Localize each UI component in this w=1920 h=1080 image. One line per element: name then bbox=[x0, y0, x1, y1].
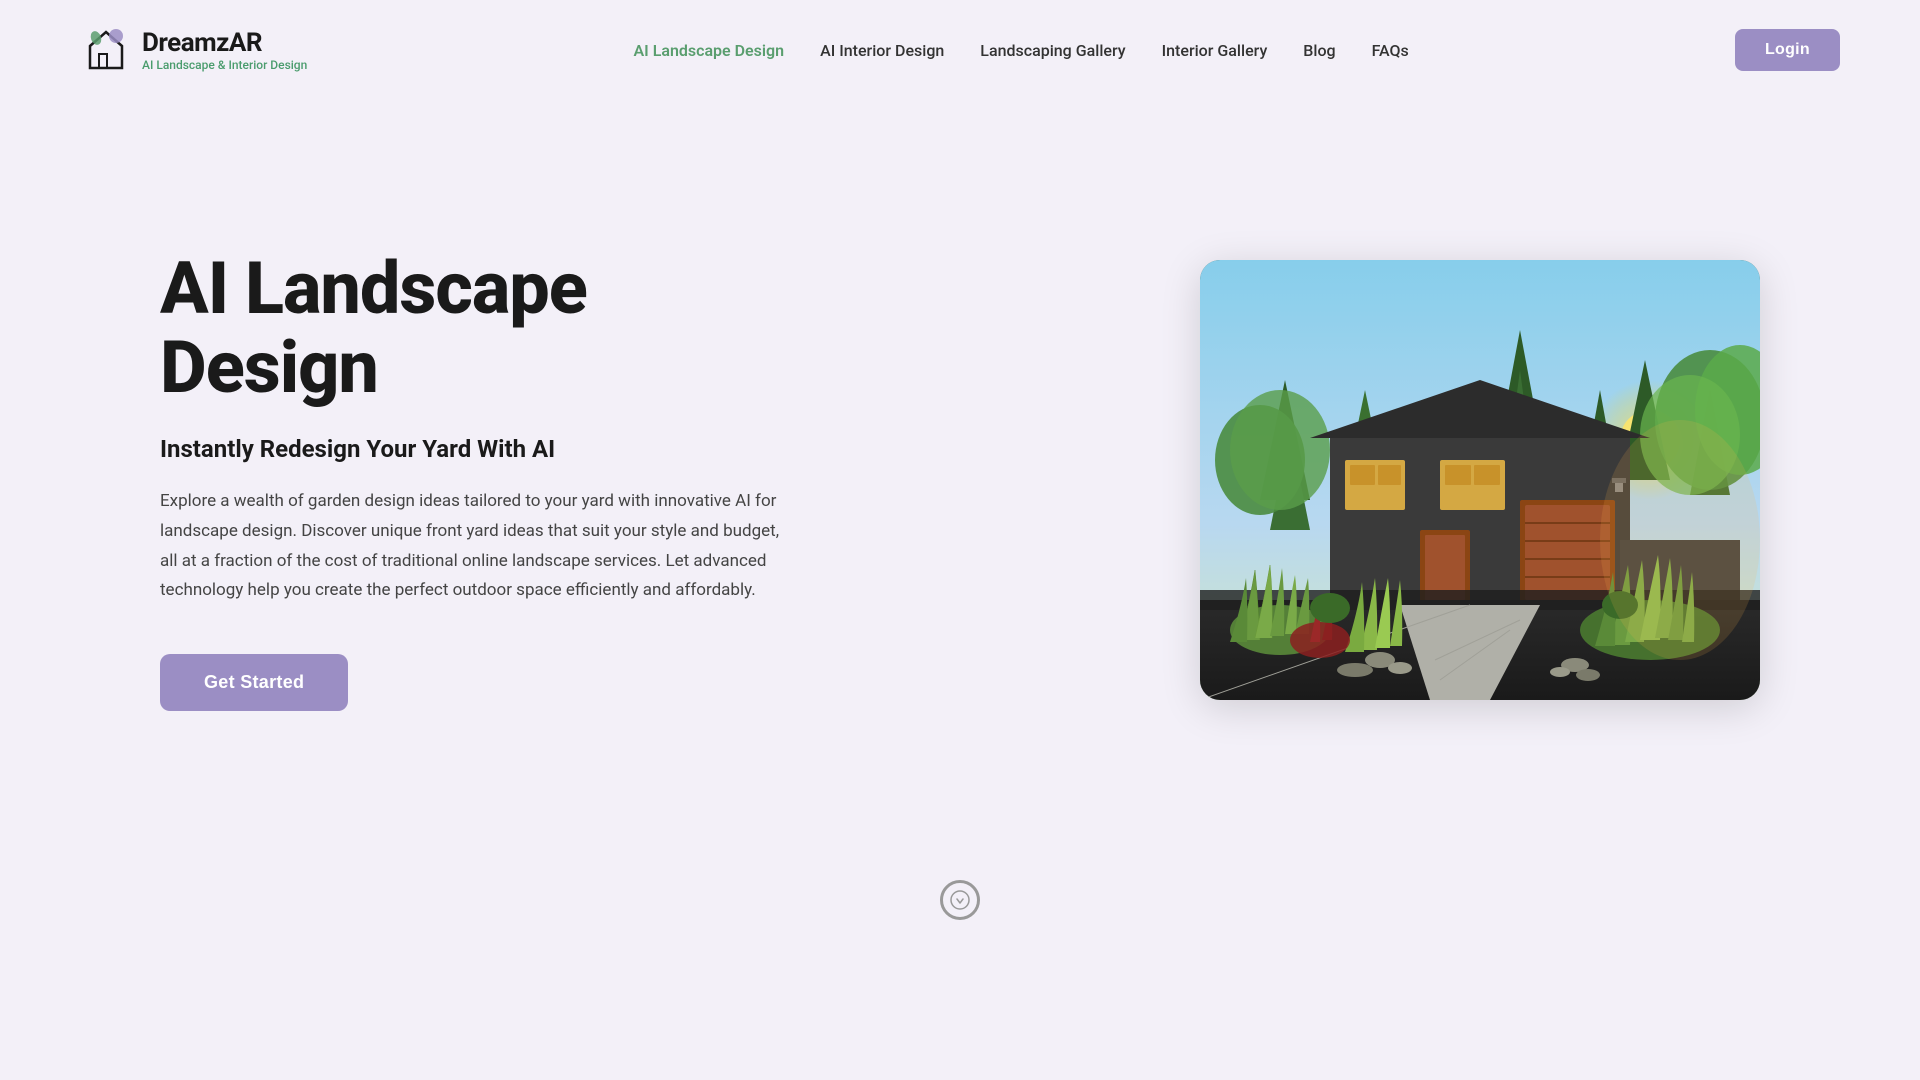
nav-interior-gallery[interactable]: Interior Gallery bbox=[1162, 41, 1268, 60]
hero-content: AI Landscape Design Instantly Redesign Y… bbox=[160, 249, 800, 711]
logo[interactable]: DreamzAR AI Landscape & Interior Design bbox=[80, 24, 307, 76]
nav-ai-landscape[interactable]: AI Landscape Design bbox=[633, 41, 784, 60]
nav-faqs[interactable]: FAQs bbox=[1372, 41, 1409, 60]
hero-title: AI Landscape Design bbox=[160, 249, 800, 407]
nav-blog[interactable]: Blog bbox=[1303, 41, 1335, 60]
hero-image-wrapper bbox=[800, 260, 1760, 700]
hero-image-container bbox=[1200, 260, 1760, 700]
get-started-button[interactable]: Get Started bbox=[160, 654, 348, 711]
nav-landscaping-gallery[interactable]: Landscaping Gallery bbox=[980, 41, 1125, 60]
hero-description: Explore a wealth of garden design ideas … bbox=[160, 487, 800, 606]
login-button[interactable]: Login bbox=[1735, 29, 1840, 71]
nav-ai-interior[interactable]: AI Interior Design bbox=[820, 41, 944, 60]
header: DreamzAR AI Landscape & Interior Design … bbox=[0, 0, 1920, 100]
logo-icon bbox=[80, 24, 132, 76]
hero-landscape-image bbox=[1200, 260, 1760, 700]
scroll-down-icon bbox=[940, 880, 980, 920]
logo-tagline: AI Landscape & Interior Design bbox=[142, 58, 307, 72]
logo-name: DreamzAR bbox=[142, 28, 307, 58]
main-nav: AI Landscape Design AI Interior Design L… bbox=[633, 41, 1408, 60]
logo-text-block: DreamzAR AI Landscape & Interior Design bbox=[142, 28, 307, 72]
hero-subtitle: Instantly Redesign Your Yard With AI bbox=[160, 435, 800, 463]
hero-section: AI Landscape Design Instantly Redesign Y… bbox=[0, 100, 1920, 860]
scroll-indicator bbox=[0, 860, 1920, 940]
